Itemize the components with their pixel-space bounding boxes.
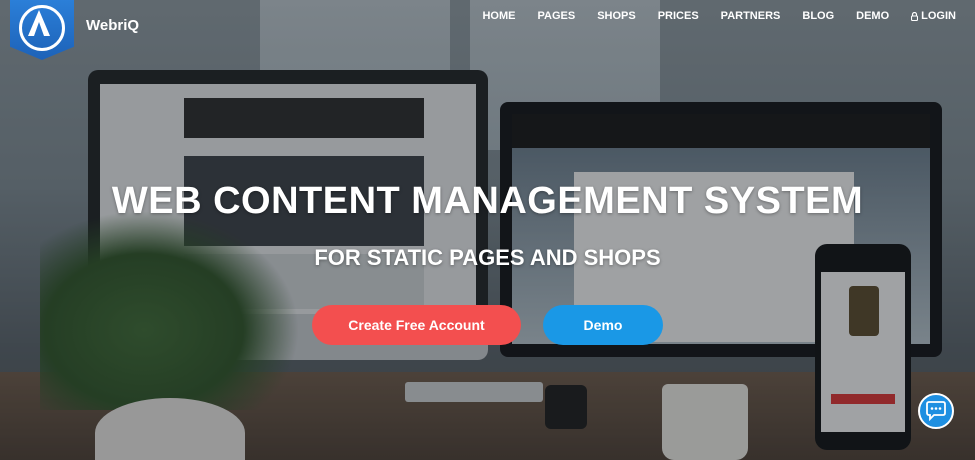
nav-blog[interactable]: BLOG <box>791 9 845 23</box>
brand-name[interactable]: WebriQ <box>86 17 139 34</box>
background-overlay <box>0 0 975 460</box>
main-nav: HOME PAGES SHOPS PRICES PARTNERS BLOG DE… <box>471 9 967 23</box>
nav-pages[interactable]: PAGES <box>526 9 586 23</box>
nav-login-label: LOGIN <box>921 10 956 22</box>
nav-demo[interactable]: DEMO <box>845 9 900 23</box>
hero-background <box>0 0 975 460</box>
demo-button[interactable]: Demo <box>543 305 663 345</box>
nav-home[interactable]: HOME <box>471 9 526 23</box>
chat-bubble-icon <box>926 401 946 421</box>
nav-prices[interactable]: PRICES <box>647 9 710 23</box>
hero-title: WEB CONTENT MANAGEMENT SYSTEM <box>111 180 864 222</box>
nav-partners[interactable]: PARTNERS <box>710 9 792 23</box>
nav-login[interactable]: LOGIN <box>900 9 967 23</box>
hero-subtitle: FOR STATIC PAGES AND SHOPS <box>314 245 661 270</box>
create-free-account-button[interactable]: Create Free Account <box>312 305 521 345</box>
chat-widget-button[interactable] <box>918 393 954 429</box>
lock-icon <box>911 11 919 21</box>
logo-letter-icon <box>28 10 50 36</box>
nav-shops[interactable]: SHOPS <box>586 9 647 23</box>
